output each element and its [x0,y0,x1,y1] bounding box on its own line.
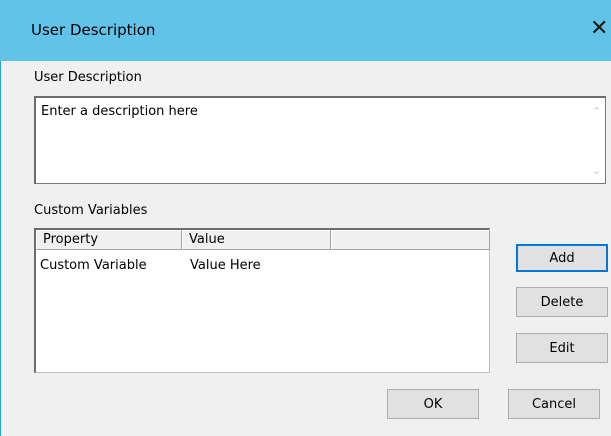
list-cell-property: Custom Variable [40,258,147,273]
custom-variables-list[interactable]: Property Value Custom Variable Value Her… [34,228,490,373]
add-button[interactable]: Add [516,244,608,272]
delete-button[interactable]: Delete [516,287,608,317]
column-header-value[interactable]: Value [182,230,331,250]
description-value: Enter a description here [41,104,198,119]
list-header: Property Value [36,230,490,250]
column-header-property[interactable]: Property [36,230,182,250]
scroll-down-icon[interactable]: ⌄ [590,165,603,177]
window-title: User Description [31,21,156,39]
column-header-empty[interactable] [331,230,490,250]
description-textarea[interactable]: Enter a description here ⌃ ⌄ [34,96,606,184]
close-icon[interactable]: ✕ [590,14,611,44]
ok-button[interactable]: OK [387,389,479,419]
window-border [0,61,1,436]
list-cell-value: Value Here [190,258,261,273]
description-label: User Description [34,70,142,85]
user-description-dialog: User Description ✕ User Description Ente… [0,0,611,436]
edit-button[interactable]: Edit [516,333,608,363]
title-bar[interactable]: User Description ✕ [0,0,611,61]
custom-variables-label: Custom Variables [34,203,148,218]
scroll-up-icon[interactable]: ⌃ [590,106,603,118]
cancel-button[interactable]: Cancel [508,389,600,419]
description-scrollbar[interactable]: ⌃ ⌄ [588,98,605,183]
